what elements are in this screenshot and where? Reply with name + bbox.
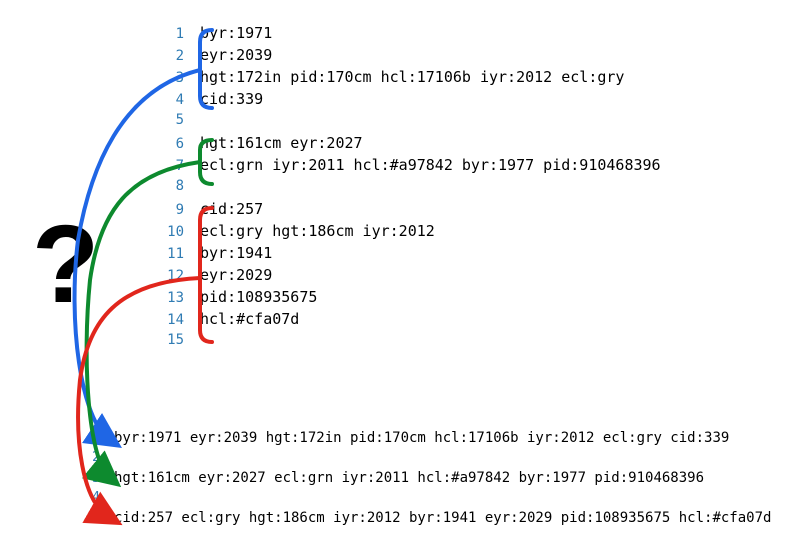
output-line: 4 — [80, 490, 771, 510]
input-line-text: byr:1971 — [200, 24, 272, 42]
input-line-text: pid:108935675 — [200, 288, 317, 306]
input-line-text: eyr:2029 — [200, 266, 272, 284]
output-line-text: cid:257 ecl:gry hgt:186cm iyr:2012 byr:1… — [114, 510, 771, 526]
input-line-number: 2 — [150, 48, 200, 64]
output-line-number: 4 — [80, 490, 114, 505]
input-line-number: 10 — [150, 224, 200, 240]
input-line-number: 3 — [150, 70, 200, 86]
output-line-number: 2 — [80, 450, 114, 465]
output-line-number: 5 — [80, 511, 114, 526]
input-line-text: hgt:172in pid:170cm hcl:17106b iyr:2012 … — [200, 68, 624, 86]
input-text-block: 1byr:19712eyr:20393hgt:172in pid:170cm h… — [150, 24, 661, 354]
output-line-number: 3 — [80, 471, 114, 486]
input-line: 10ecl:gry hgt:186cm iyr:2012 — [150, 222, 661, 244]
input-line-number: 13 — [150, 290, 200, 306]
input-line-text: hgt:161cm eyr:2027 — [200, 134, 363, 152]
input-line-number: 11 — [150, 246, 200, 262]
input-line-number: 15 — [150, 332, 200, 348]
input-line: 6hgt:161cm eyr:2027 — [150, 134, 661, 156]
input-line-text: byr:1941 — [200, 244, 272, 262]
input-line: 5 — [150, 112, 661, 134]
input-line-number: 14 — [150, 312, 200, 328]
input-line: 11byr:1941 — [150, 244, 661, 266]
input-line: 13pid:108935675 — [150, 288, 661, 310]
diagram-canvas: ? 1byr:19712eyr:20393hgt:172in pid:170cm… — [0, 0, 790, 540]
input-line-number: 6 — [150, 136, 200, 152]
input-line-text: eyr:2039 — [200, 46, 272, 64]
input-line-number: 8 — [150, 178, 200, 194]
output-line: 2 — [80, 450, 771, 470]
output-line-number: 1 — [80, 431, 114, 446]
input-line: 1byr:1971 — [150, 24, 661, 46]
output-line-text: byr:1971 eyr:2039 hgt:172in pid:170cm hc… — [114, 430, 729, 446]
input-line-number: 12 — [150, 268, 200, 284]
input-line: 15 — [150, 332, 661, 354]
output-line: 5cid:257 ecl:gry hgt:186cm iyr:2012 byr:… — [80, 510, 771, 530]
input-line: 12eyr:2029 — [150, 266, 661, 288]
input-line: 14hcl:#cfa07d — [150, 310, 661, 332]
output-line: 3hgt:161cm eyr:2027 ecl:grn iyr:2011 hcl… — [80, 470, 771, 490]
question-mark: ? — [32, 210, 99, 320]
input-line-text: hcl:#cfa07d — [200, 310, 299, 328]
input-line: 9cid:257 — [150, 200, 661, 222]
input-line-text: cid:257 — [200, 200, 263, 218]
input-line: 8 — [150, 178, 661, 200]
input-line-text: ecl:gry hgt:186cm iyr:2012 — [200, 222, 435, 240]
input-line: 7ecl:grn iyr:2011 hcl:#a97842 byr:1977 p… — [150, 156, 661, 178]
output-line-text: hgt:161cm eyr:2027 ecl:grn iyr:2011 hcl:… — [114, 470, 704, 486]
input-line-text: cid:339 — [200, 90, 263, 108]
input-line-number: 7 — [150, 158, 200, 174]
input-line-number: 4 — [150, 92, 200, 108]
input-line: 3hgt:172in pid:170cm hcl:17106b iyr:2012… — [150, 68, 661, 90]
input-line-number: 1 — [150, 26, 200, 42]
input-line-number: 9 — [150, 202, 200, 218]
input-line-text: ecl:grn iyr:2011 hcl:#a97842 byr:1977 pi… — [200, 156, 661, 174]
input-line: 2eyr:2039 — [150, 46, 661, 68]
input-line: 4cid:339 — [150, 90, 661, 112]
input-line-number: 5 — [150, 112, 200, 128]
output-line: 1byr:1971 eyr:2039 hgt:172in pid:170cm h… — [80, 430, 771, 450]
output-text-block: 1byr:1971 eyr:2039 hgt:172in pid:170cm h… — [80, 430, 771, 530]
